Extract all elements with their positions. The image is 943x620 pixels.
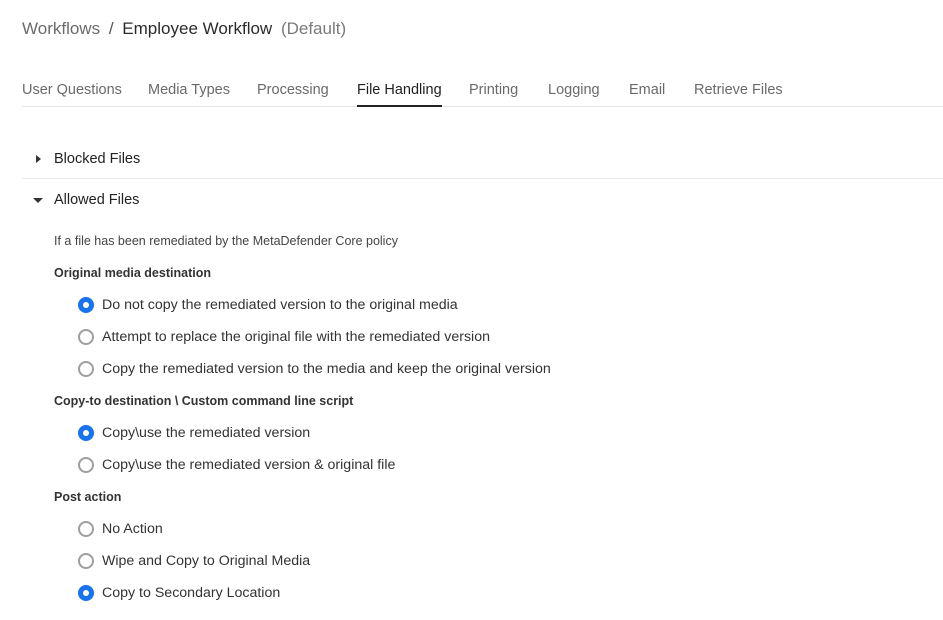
radio-use-remediated[interactable]: Copy\use the remediated version — [78, 422, 310, 444]
tab-logging[interactable]: Logging — [548, 78, 600, 107]
radio-no-action[interactable]: No Action — [78, 518, 163, 540]
radio-unchecked-icon — [78, 361, 94, 377]
radio-unchecked-icon — [78, 553, 94, 569]
section-blocked-files[interactable]: Blocked Files — [22, 139, 943, 179]
section-blocked-files-title: Blocked Files — [54, 150, 141, 167]
radio-unchecked-icon — [78, 521, 94, 537]
radio-unchecked-icon — [78, 457, 94, 473]
original-media-label: Original media destination — [54, 266, 211, 280]
radio-label: No Action — [102, 521, 163, 537]
section-allowed-files[interactable]: Allowed Files — [22, 180, 943, 220]
radio-label: Do not copy the remediated version to th… — [102, 297, 458, 313]
radio-unchecked-icon — [78, 329, 94, 345]
radio-checked-icon — [78, 425, 94, 441]
breadcrumb-default-badge: (Default) — [280, 19, 347, 38]
radio-label: Copy to Secondary Location — [102, 585, 281, 601]
tab-file-handling[interactable]: File Handling — [357, 78, 442, 107]
radio-attempt-replace[interactable]: Attempt to replace the original file wit… — [78, 326, 490, 348]
radio-label: Copy\use the remediated version & origin… — [102, 457, 396, 473]
post-action-label: Post action — [54, 490, 122, 504]
radio-label: Attempt to replace the original file wit… — [102, 329, 490, 345]
radio-use-remediated-and-original[interactable]: Copy\use the remediated version & origin… — [78, 454, 395, 476]
tab-email[interactable]: Email — [629, 78, 665, 107]
tab-user-questions[interactable]: User Questions — [22, 78, 122, 107]
radio-copy-keep-original[interactable]: Copy the remediated version to the media… — [78, 358, 551, 380]
tab-media-types[interactable]: Media Types — [148, 78, 230, 107]
breadcrumb: Workflows / Employee Workflow (Default) — [22, 18, 346, 40]
radio-wipe-and-copy[interactable]: Wipe and Copy to Original Media — [78, 550, 310, 572]
tab-retrieve-files[interactable]: Retrieve Files — [694, 78, 783, 107]
breadcrumb-workflows-link[interactable]: Workflows — [22, 19, 100, 38]
radio-label: Copy the remediated version to the media… — [102, 361, 551, 377]
radio-label: Copy\use the remediated version — [102, 425, 311, 441]
remediation-note: If a file has been remediated by the Met… — [54, 234, 398, 248]
radio-copy-secondary-location[interactable]: Copy to Secondary Location — [78, 582, 280, 604]
section-allowed-files-title: Allowed Files — [54, 192, 140, 208]
caret-right-icon — [33, 154, 43, 164]
tab-processing[interactable]: Processing — [257, 78, 329, 107]
tab-bar: User Questions Media Types Processing Fi… — [22, 78, 943, 107]
breadcrumb-current: Employee Workflow — [122, 19, 273, 38]
radio-checked-icon — [78, 297, 94, 313]
radio-checked-icon — [78, 585, 94, 601]
copy-to-destination-label: Copy-to destination \ Custom command lin… — [54, 394, 354, 408]
breadcrumb-separator: / — [108, 19, 114, 38]
caret-down-icon — [33, 195, 43, 205]
radio-do-not-copy[interactable]: Do not copy the remediated version to th… — [78, 294, 458, 316]
radio-label: Wipe and Copy to Original Media — [102, 553, 311, 569]
tab-printing[interactable]: Printing — [469, 78, 518, 107]
